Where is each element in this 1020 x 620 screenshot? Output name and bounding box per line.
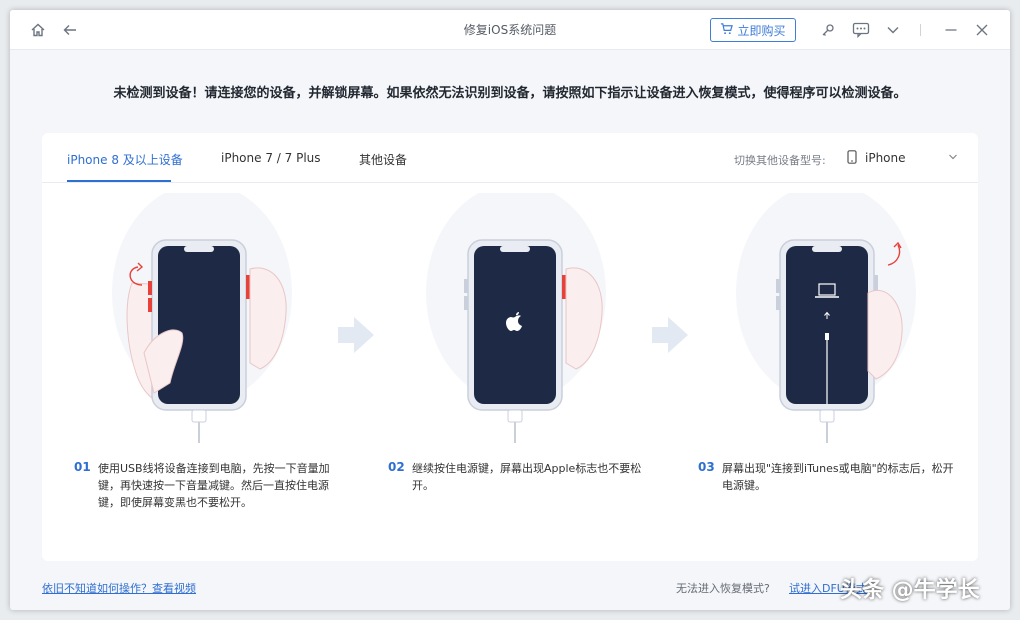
step-3: 03 屏幕出现"连接到iTunes或电脑"的标志后，松开电源键。 [698, 183, 998, 553]
feedback-icon[interactable] [851, 20, 871, 40]
next-arrow-icon [648, 313, 692, 361]
app-window: 修复iOS系统问题 立即购买 未检测到设备！请连接您的设备，并解锁屏幕。如果依然… [10, 10, 1010, 610]
step-description: 继续按住电源键，屏幕出现Apple标志也不要松开。 [412, 462, 642, 492]
minimize-icon[interactable] [941, 20, 961, 40]
title-bar: 修复iOS系统问题 立即购买 [10, 10, 1010, 50]
step-number: 02 [388, 460, 405, 474]
instructions-card: iPhone 8 及以上设备 iPhone 7 / 7 Plus 其他设备 切换… [42, 133, 978, 561]
buy-now-label: 立即购买 [737, 23, 786, 38]
step-description: 使用USB线将设备连接到电脑，先按一下音量加键，再快速按一下音量减键。然后一直按… [98, 462, 330, 509]
device-model-select[interactable]: iPhone [847, 147, 957, 169]
next-arrow-icon [334, 313, 378, 361]
buy-now-button[interactable]: 立即购买 [710, 18, 796, 42]
step-number: 03 [698, 460, 715, 474]
tab-iphone7[interactable]: iPhone 7 / 7 Plus [221, 151, 321, 165]
step-2-illustration [388, 183, 688, 443]
step-3-illustration [698, 183, 998, 443]
recovery-steps: 01 使用USB线将设备连接到电脑，先按一下音量加键，再快速按一下音量减键。然后… [42, 183, 978, 553]
watch-video-link[interactable]: 依旧不知道如何操作？查看视频 [42, 580, 196, 596]
tab-iphone8-and-later[interactable]: iPhone 8 及以上设备 [67, 151, 183, 168]
close-icon[interactable] [972, 20, 992, 40]
device-tabs: iPhone 8 及以上设备 iPhone 7 / 7 Plus 其他设备 切换… [42, 133, 978, 183]
cart-icon [720, 22, 734, 38]
step-2: 02 继续按住电源键，屏幕出现Apple标志也不要松开。 [388, 183, 688, 553]
device-model-value: iPhone [865, 151, 906, 165]
switch-model-label: 切换其他设备型号: [734, 154, 826, 167]
key-icon[interactable] [818, 20, 838, 40]
titlebar-divider [920, 24, 921, 36]
step-1: 01 使用USB线将设备连接到电脑，先按一下音量加键，再快速按一下音量减键。然后… [74, 183, 374, 553]
device-not-detected-notice: 未检测到设备！请连接您的设备，并解锁屏幕。如果依然无法识别到设备，请按照如下指示… [113, 86, 907, 101]
step-description: 屏幕出现"连接到iTunes或电脑"的标志后，松开电源键。 [722, 462, 954, 492]
tab-other-devices[interactable]: 其他设备 [359, 151, 407, 168]
step-1-illustration [74, 183, 374, 443]
active-tab-indicator [67, 180, 171, 182]
watermark: 头条 @牛学长 [840, 578, 980, 603]
step-number: 01 [74, 460, 91, 474]
chevron-down-icon [948, 151, 958, 165]
chevron-down-icon[interactable] [883, 20, 903, 40]
phone-icon [847, 149, 857, 167]
cannot-enter-recovery-text: 无法进入恢复模式? [676, 582, 770, 595]
